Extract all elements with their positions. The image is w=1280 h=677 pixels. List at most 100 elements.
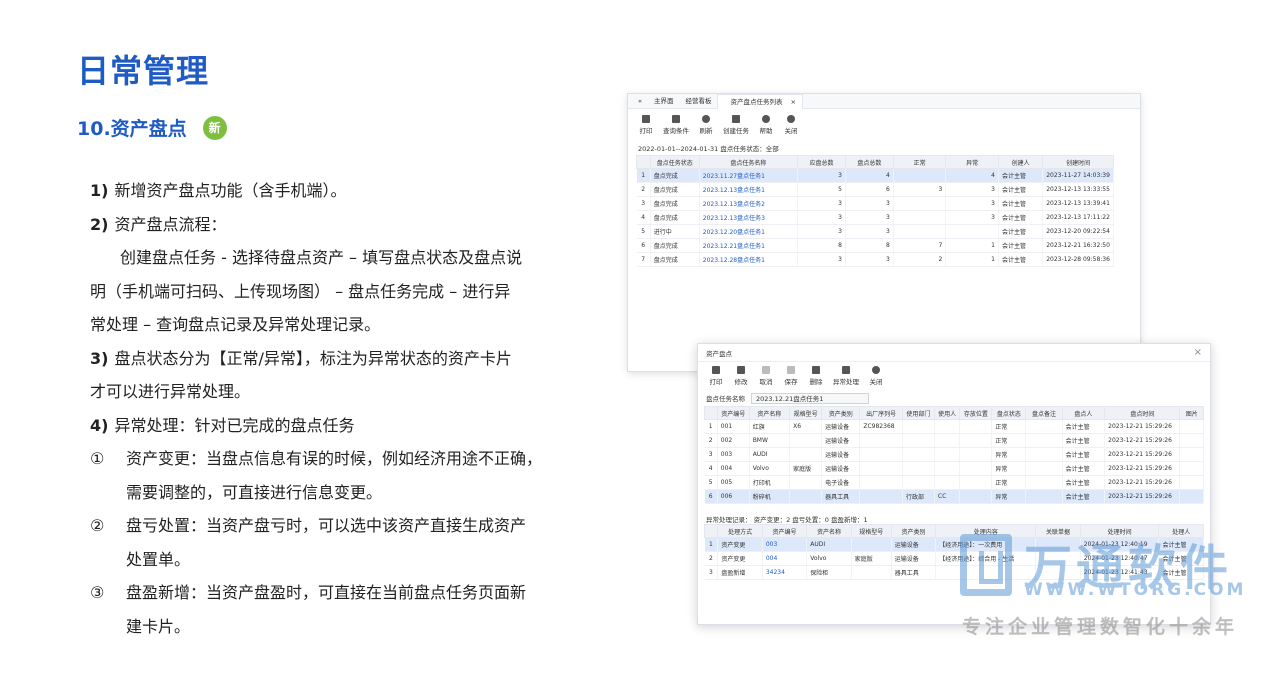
table-row[interactable]: 7 盘点完成 2023.12.28盘点任务1 3 3 2 1 会计主管 2023-12-28 0… — [636, 252, 1114, 267]
column-header[interactable]: 资产编号 — [761, 524, 808, 538]
column-header[interactable]: 盘点总数 — [844, 155, 894, 169]
dlg-close-button[interactable]: 关闭 — [868, 366, 884, 386]
dlg-edit-button[interactable]: 修改 — [733, 366, 749, 386]
table-cell: 盘点完成 — [650, 210, 700, 225]
table-row[interactable]: 1 001 红旗 X6 运输设备 ZC982368 正常 会计主管 2023-12-21 15:… — [704, 419, 1204, 434]
table-cell: 2 — [704, 551, 719, 566]
tab-dashboard[interactable]: 经营看板 — [679, 94, 717, 108]
table-cell: 异常 — [991, 447, 1027, 462]
table-cell: 005 — [717, 475, 750, 490]
dlg-save-button[interactable]: 保存 — [783, 366, 799, 386]
section-title: 10.资产盘点 新 — [77, 114, 227, 141]
table-cell: 3 — [704, 447, 718, 462]
column-header[interactable]: 创建人 — [997, 155, 1044, 169]
table-cell: 3 — [636, 196, 651, 211]
column-header[interactable]: 盘点人 — [1061, 406, 1106, 420]
table-cell: 3 — [845, 224, 894, 239]
column-header[interactable]: 规格型号 — [850, 524, 892, 538]
task-list-window: « 主界面 经营看板 资产盘点任务列表 × 打印 查询条件 刷新 创建任务 帮助… — [627, 93, 1141, 372]
print-button[interactable]: 打印 — [638, 115, 654, 135]
table-cell: 会计主管 — [1062, 433, 1106, 448]
column-header[interactable] — [636, 155, 651, 169]
table-row[interactable]: 5 005 打印机 电子设备 正常 会计主管 2023-12-21 15:29:26 — [704, 475, 1204, 490]
column-header[interactable]: 资产名称 — [748, 406, 791, 420]
column-header[interactable]: 使用部门 — [901, 406, 935, 420]
task-name-input[interactable]: 2023.12.21盘点任务1 — [751, 392, 869, 404]
table-cell: 004 — [762, 551, 808, 566]
close-button[interactable]: 关闭 — [783, 115, 799, 135]
table-cell: 电子设备 — [821, 475, 861, 490]
table-row[interactable]: 2 002 BMW 运输设备 正常 会计主管 2023-12-21 15:29:26 — [704, 433, 1204, 448]
table-cell: 1 — [704, 419, 718, 434]
dlg-delete-button[interactable]: 删除 — [808, 366, 824, 386]
table-cell: 行政部 — [902, 489, 935, 504]
table-row[interactable]: 4 004 Volvo 家庭版 运输设备 异常 会计主管 2023-12-21 15:29:2… — [704, 461, 1204, 476]
table-cell — [1179, 475, 1204, 490]
point-1: 1) 新增资产盘点功能（含手机端）。 — [90, 174, 580, 208]
table-cell — [1025, 447, 1063, 462]
table-cell: 会计主管 — [1062, 475, 1106, 490]
column-header[interactable]: 创建时间 — [1042, 155, 1114, 169]
column-header[interactable] — [703, 524, 719, 538]
tabs-collapse-icon[interactable]: « — [632, 94, 648, 108]
help-button[interactable]: 帮助 — [758, 115, 774, 135]
query-button[interactable]: 查询条件 — [663, 115, 689, 135]
column-header[interactable]: 盘点状态 — [991, 406, 1027, 420]
column-header[interactable]: 资产类别 — [821, 406, 861, 420]
table-row[interactable]: 6 盘点完成 2023.12.21盘点任务1 8 8 7 1 会计主管 2023-12-21 1… — [636, 238, 1114, 253]
filter-icon — [672, 115, 680, 123]
table-cell: 会计主管 — [998, 224, 1044, 239]
column-header[interactable]: 应盘总数 — [797, 155, 846, 169]
point-3-text: 盘点状态分为【正常/异常】，标注为异常状态的资产卡片 — [114, 348, 512, 368]
dlg-cancel-label: 取消 — [759, 378, 773, 386]
refresh-button[interactable]: 刷新 — [698, 115, 714, 135]
column-header[interactable]: 使用人 — [933, 406, 961, 420]
table-row[interactable]: 2 盘点完成 2023.12.13盘点任务1 5 6 3 3 会计主管 2023-12-13 1… — [636, 182, 1114, 197]
dlg-cancel-button[interactable]: 取消 — [758, 366, 774, 386]
column-header[interactable]: 资产类别 — [890, 524, 937, 538]
table-row[interactable]: 3 盘点完成 2023.12.13盘点任务2 3 3 3 会计主管 2023-12-13 13… — [636, 196, 1114, 211]
dialog-close-icon[interactable]: × — [1194, 347, 1202, 358]
column-header[interactable]: 图片 — [1179, 406, 1204, 420]
table-row[interactable]: 3 003 AUDI 运输设备 异常 会计主管 2023-12-21 15:29:26 — [704, 447, 1204, 462]
column-header[interactable]: 资产名称 — [806, 524, 852, 538]
table-cell: 3 — [797, 210, 846, 225]
table-cell: 家庭版 — [851, 551, 892, 566]
table-cell: 打印机 — [749, 475, 791, 490]
filter-summary: 2022-01-01--2024-01-31 盘点任务状态：全部 — [638, 145, 779, 153]
table-row[interactable]: 1 盘点完成 2023.11.27盘点任务1 3 4 4 会计主管 2023-11-27 14… — [636, 168, 1114, 183]
table-row[interactable]: 4 盘点完成 2023.12.13盘点任务3 3 3 3 会计主管 2023-12-13 17… — [636, 210, 1114, 225]
table-cell — [1179, 489, 1204, 504]
column-header[interactable] — [704, 406, 718, 420]
table-cell: 6 — [845, 182, 894, 197]
tab-task-list[interactable]: 资产盘点任务列表 × — [717, 93, 803, 109]
column-header[interactable]: 处理方式 — [717, 524, 763, 538]
table-cell — [893, 224, 947, 239]
table-cell: 2023.12.13盘点任务2 — [699, 196, 799, 211]
table-row[interactable]: 5 进行中 2023.12.20盘点任务1 3 3 会计主管 2023-12-20 09:2… — [636, 224, 1114, 239]
column-header[interactable]: 盘点任务名称 — [698, 155, 799, 169]
create-task-button[interactable]: 创建任务 — [723, 115, 749, 135]
column-header[interactable]: 盘点备注 — [1025, 406, 1063, 420]
table-cell: 2023.12.21盘点任务1 — [699, 238, 799, 253]
table-cell: 2023-12-21 15:29:26 — [1104, 419, 1181, 434]
column-header[interactable]: 存放位置 — [959, 406, 993, 420]
column-header[interactable]: 资产编号 — [716, 406, 750, 420]
new-badge: 新 — [202, 115, 227, 140]
table-cell: 3 — [797, 196, 846, 211]
task-table: 盘点任务状态 盘点任务名称 应盘总数 盘点总数 正常 异常 创建人 创建时间 1 盘点完成 202… — [636, 155, 1114, 267]
column-header[interactable]: 盘点任务状态 — [649, 155, 700, 169]
column-header[interactable]: 正常 — [892, 155, 947, 169]
item-1-text: 资产变更：当盘点信息有误的时候，例如经济用途不正确， — [126, 449, 543, 468]
column-header[interactable]: 盘点时间 — [1104, 406, 1181, 420]
dialog-toolbar: 打印 修改 取消 保存 删除 异常处理 关闭 — [698, 362, 1210, 390]
column-header[interactable]: 规格型号 — [789, 406, 823, 420]
dlg-exception-button[interactable]: 异常处理 — [833, 366, 859, 386]
tab-home[interactable]: 主界面 — [648, 94, 680, 108]
column-header[interactable]: 出厂序列号 — [859, 406, 903, 420]
column-header[interactable]: 异常 — [945, 155, 999, 169]
table-cell: X6 — [789, 419, 823, 434]
item-2: ② 盘亏处置：当资产盘亏时，可以选中该资产直接生成资产 — [90, 509, 580, 543]
table-row[interactable]: 6 006 粉碎机 器具工具 行政部 CC 异常 会计主管 2023-12-21 15:29:2… — [704, 489, 1204, 504]
dlg-print-button[interactable]: 打印 — [708, 366, 724, 386]
